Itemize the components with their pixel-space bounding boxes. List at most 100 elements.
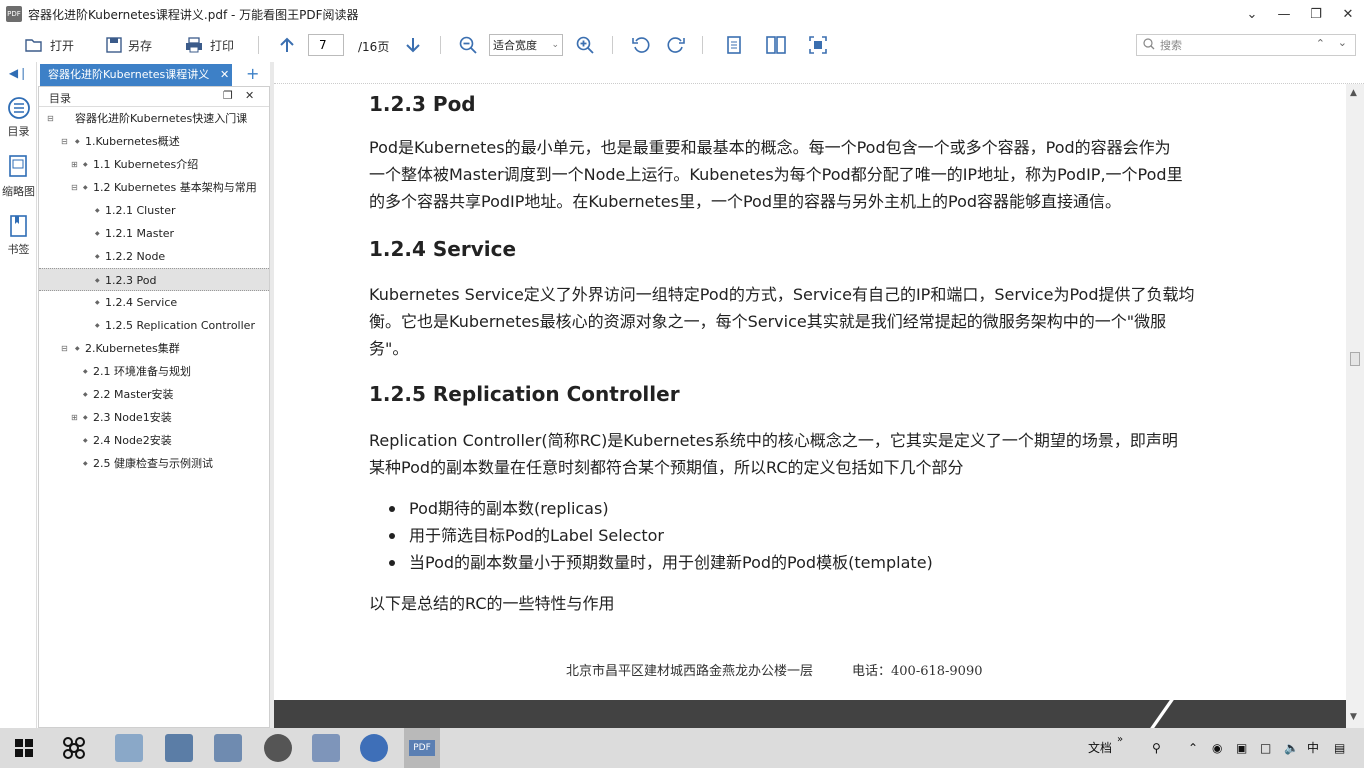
outline-item[interactable]: ⊞ ◆ 1.1 Kubernetes介绍: [39, 153, 269, 176]
zoom-in-icon[interactable]: [575, 36, 595, 54]
double-page-icon[interactable]: [766, 36, 786, 54]
print-button[interactable]: 打印: [184, 36, 234, 54]
start-button[interactable]: [10, 734, 38, 762]
outline-item-label: 1.1 Kubernetes介绍: [93, 158, 199, 171]
close-icon[interactable]: ✕: [1332, 0, 1364, 28]
notifications-icon[interactable]: ▤: [1334, 728, 1345, 768]
outline-item[interactable]: ◆ 1.2.1 Cluster: [39, 199, 269, 222]
outline-item-label: 2.4 Node2安装: [93, 434, 172, 447]
zoom-select[interactable]: 适合宽度 ⌄: [489, 34, 563, 56]
app-icon[interactable]: [165, 734, 193, 762]
network-icon[interactable]: □: [1260, 728, 1271, 768]
taskbar: PDF 文档 » ⚲ ⌃ ◉ ▣ □ 🔈 中 ▤: [0, 728, 1364, 768]
chevron-up-icon[interactable]: ⌃: [1316, 37, 1325, 50]
collapse-icon[interactable]: ⊟: [61, 130, 68, 153]
pinwheel-app-icon[interactable]: [60, 734, 88, 762]
outline-item[interactable]: ◆ 2.2 Master安装: [39, 383, 269, 406]
diamond-icon: ◆: [95, 230, 100, 237]
add-tab-button[interactable]: +: [246, 64, 259, 83]
scroll-thumb[interactable]: [1350, 352, 1360, 366]
collapse-icon[interactable]: ⊟: [47, 107, 54, 130]
diamond-icon: ◆: [95, 277, 100, 284]
input-method[interactable]: 中: [1307, 728, 1319, 768]
outline-item[interactable]: ◆ 2.4 Node2安装: [39, 429, 269, 452]
chevron-up-icon[interactable]: ⌃: [1188, 728, 1198, 768]
outline-item[interactable]: ◆ 1.2.1 Master: [39, 222, 269, 245]
collapse-panel-icon[interactable]: ◀❘: [0, 66, 37, 80]
ruler: [274, 62, 1364, 84]
bookmarks-button[interactable]: 书签: [0, 214, 37, 257]
vertical-scrollbar[interactable]: ▲ ▼: [1346, 84, 1364, 728]
save-as-button[interactable]: 另存: [104, 36, 152, 54]
diamond-icon: ◆: [83, 368, 88, 375]
diamond-icon: ◆: [75, 345, 80, 352]
list-item: Pod期待的副本数(replicas): [389, 495, 933, 522]
outline-item[interactable]: ⊟ ◆ 1.Kubernetes概述: [39, 130, 269, 153]
browser-icon[interactable]: [264, 734, 292, 762]
arrow-down-icon[interactable]: [403, 36, 423, 54]
open-button[interactable]: 打开: [24, 36, 74, 54]
outline-item[interactable]: ⊟ ◆ 1.2 Kubernetes 基本架构与常用: [39, 176, 269, 199]
search-input[interactable]: 搜索 ⌃ ⌄: [1136, 34, 1356, 56]
volume-icon[interactable]: 🔈: [1284, 728, 1299, 768]
paragraph: Kubernetes Service定义了外界访问一组特定Pod的方式，Serv…: [369, 285, 1195, 358]
chevron-icon[interactable]: »: [1117, 720, 1123, 760]
rotate-right-icon[interactable]: [666, 36, 686, 54]
list-item: 当Pod的副本数量小于预期数量时，用于创建新Pod的Pod模板(template…: [389, 549, 933, 576]
arrow-up-icon[interactable]: [277, 36, 297, 54]
rotate-left-icon[interactable]: [631, 36, 651, 54]
document-tab[interactable]: 容器化进阶Kubernetes课程讲义 ✕: [40, 64, 232, 86]
outline-item[interactable]: ⊟ 容器化进阶Kubernetes快速入门课: [39, 107, 269, 130]
outline-button[interactable]: 目录: [0, 96, 37, 139]
outline-item[interactable]: ◆ 1.2.2 Node: [39, 245, 269, 268]
collapse-icon[interactable]: ⊟: [61, 337, 68, 360]
close-icon[interactable]: ✕: [245, 89, 254, 102]
page-number-input[interactable]: [308, 34, 344, 56]
outline-item[interactable]: ⊞ ◆ 2.3 Node1安装: [39, 406, 269, 429]
outline-item-label: 1.2.1 Master: [105, 227, 175, 240]
outline-item[interactable]: ◆ 2.5 健康检查与示例测试: [39, 452, 269, 475]
single-page-icon[interactable]: [724, 36, 744, 54]
zoom-out-icon[interactable]: [458, 36, 478, 54]
file-explorer-icon[interactable]: [115, 734, 143, 762]
app-tray-icon[interactable]: ◉: [1212, 728, 1222, 768]
outline-tree: ⊟ 容器化进阶Kubernetes快速入门课 ⊟ ◆ 1.Kubernetes概述 ⊞ ◆ 1…: [39, 107, 269, 475]
outline-item[interactable]: ⊟ ◆ 2.Kubernetes集群: [39, 337, 269, 360]
chevron-down-icon[interactable]: ⌄: [1236, 0, 1268, 28]
diamond-icon: ◆: [75, 138, 80, 145]
collapse-icon[interactable]: ⊟: [71, 176, 78, 199]
scroll-down-icon[interactable]: ▼: [1350, 712, 1357, 722]
outline-item-label: 1.2.4 Service: [105, 296, 178, 309]
divider: [612, 36, 613, 54]
expand-icon[interactable]: ⊞: [71, 406, 78, 429]
app-icon: PDF: [6, 6, 22, 22]
outline-item[interactable]: ◆ 1.2.5 Replication Controller: [39, 314, 269, 337]
paragraph: Replication Controller(简称RC)是Kubernetes系…: [369, 431, 1178, 477]
outline-item-label: 1.2.5 Replication Controller: [105, 319, 255, 332]
restore-icon[interactable]: ❐: [223, 89, 233, 102]
people-icon[interactable]: ⚲: [1152, 728, 1161, 768]
chevron-down-icon[interactable]: ⌄: [1338, 36, 1347, 49]
network-app-icon[interactable]: [360, 734, 388, 762]
minimize-icon[interactable]: —: [1268, 0, 1300, 28]
page-edge-mark: [1150, 700, 1174, 728]
list-icon: [0, 96, 37, 123]
outline-item-label: 容器化进阶Kubernetes快速入门课: [75, 112, 248, 125]
app-icon[interactable]: [214, 734, 242, 762]
editor-icon[interactable]: [312, 734, 340, 762]
outline-item[interactable]: ◆ 2.1 环境准备与规划: [39, 360, 269, 383]
app-tray-icon[interactable]: ▣: [1236, 728, 1247, 768]
fullscreen-icon[interactable]: [808, 36, 828, 54]
close-icon[interactable]: ✕: [220, 64, 229, 86]
outline-item[interactable]: ◆ 1.2.3 Pod: [39, 268, 269, 291]
outline-item[interactable]: ◆ 1.2.4 Service: [39, 291, 269, 314]
thumbnails-button[interactable]: 缩略图: [0, 154, 37, 199]
scroll-up-icon[interactable]: ▲: [1350, 88, 1357, 98]
pdf-reader-taskbar-button[interactable]: PDF: [404, 728, 440, 768]
outline-item-label: 1.2 Kubernetes 基本架构与常用: [93, 181, 257, 194]
restore-icon[interactable]: ❐: [1300, 0, 1332, 28]
tray-documents[interactable]: 文档: [1088, 728, 1112, 768]
outline-panel: 目录 ❐ ✕ ⊟ 容器化进阶Kubernetes快速入门课 ⊟ ◆ 1.Kubernet…: [38, 86, 270, 728]
expand-icon[interactable]: ⊞: [71, 153, 78, 176]
save-icon: [104, 36, 124, 54]
